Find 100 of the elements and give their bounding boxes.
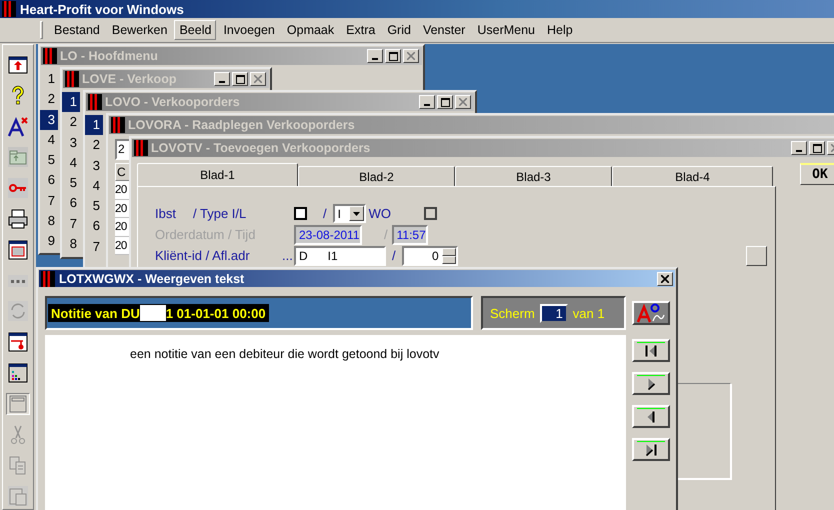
menu-item[interactable]: 5 bbox=[85, 196, 103, 216]
input-field[interactable]: D I1 bbox=[294, 246, 386, 266]
menu-item[interactable]: 7 bbox=[85, 236, 103, 258]
app-icon bbox=[41, 270, 55, 286]
close-button[interactable] bbox=[403, 49, 419, 63]
menu-item[interactable]: Beeld bbox=[174, 20, 216, 40]
toolbar-button[interactable] bbox=[6, 331, 30, 354]
first-page-button[interactable] bbox=[632, 339, 670, 362]
checkbox[interactable] bbox=[294, 207, 307, 220]
printer-icon bbox=[7, 208, 29, 230]
menu-item[interactable]: 2 bbox=[62, 112, 80, 133]
page-field[interactable]: 1 bbox=[540, 304, 568, 322]
table-cell: 20 bbox=[115, 218, 129, 236]
dropdown[interactable]: I bbox=[332, 204, 366, 223]
menu-item[interactable]: 1 bbox=[62, 92, 80, 112]
maximize-button[interactable] bbox=[232, 72, 248, 86]
window-title: LOTXWGWX - Weergeven tekst bbox=[59, 272, 246, 286]
last-page-button[interactable] bbox=[632, 438, 670, 461]
skip-first-icon bbox=[645, 345, 657, 358]
menu-item[interactable]: 2 bbox=[40, 89, 58, 110]
field-label: / Type I/L bbox=[193, 206, 246, 221]
font-button[interactable] bbox=[632, 301, 670, 325]
next-button[interactable] bbox=[632, 372, 670, 395]
square-button[interactable] bbox=[746, 246, 767, 266]
menu-item[interactable]: 4 bbox=[62, 152, 80, 174]
note-title: Notitie van DU bbox=[51, 306, 140, 320]
window-title: LOVE - Verkoop bbox=[82, 72, 178, 86]
refresh-icon bbox=[7, 300, 29, 322]
toolbar-button[interactable] bbox=[6, 208, 30, 230]
font-icon bbox=[635, 303, 667, 323]
menu-item[interactable]: 6 bbox=[40, 170, 58, 191]
input-field[interactable]: 2 bbox=[115, 139, 129, 160]
menu-item[interactable]: 1 bbox=[85, 115, 103, 136]
minimize-button[interactable] bbox=[419, 95, 435, 109]
menu-item[interactable]: Invoegen bbox=[218, 20, 280, 40]
minimize-button[interactable] bbox=[214, 72, 230, 86]
maximize-icon bbox=[440, 98, 450, 106]
menu-item[interactable]: 3 bbox=[40, 110, 58, 130]
toolbar-button[interactable] bbox=[6, 54, 30, 76]
menu-item[interactable]: 5 bbox=[62, 173, 80, 194]
menu-item[interactable]: Bewerken bbox=[106, 20, 172, 40]
tab[interactable]: Blad-3 bbox=[455, 166, 612, 186]
close-icon bbox=[254, 75, 262, 83]
font-delete-icon bbox=[7, 116, 29, 138]
menu-item[interactable]: 4 bbox=[85, 176, 103, 196]
redaction-block bbox=[140, 305, 166, 321]
toolbar-button[interactable] bbox=[6, 362, 30, 384]
window-title: LOVO - Verkooporders bbox=[105, 95, 241, 109]
page-total: van 1 bbox=[572, 306, 605, 320]
minimize-button[interactable] bbox=[791, 141, 807, 155]
checkbox[interactable] bbox=[424, 207, 438, 220]
menu-item[interactable]: 3 bbox=[85, 156, 103, 176]
previous-icon bbox=[647, 411, 655, 424]
folder-icon bbox=[7, 146, 29, 168]
menu-item[interactable]: 9 bbox=[40, 231, 58, 252]
menu-item[interactable]: 2 bbox=[85, 135, 103, 156]
menu-item[interactable]: 6 bbox=[85, 216, 103, 237]
date-field[interactable]: 23-08-2011 bbox=[294, 224, 362, 244]
window-icon bbox=[7, 238, 29, 261]
menu-item[interactable]: Bestand bbox=[49, 20, 105, 40]
menu-item[interactable]: 7 bbox=[40, 190, 58, 212]
menu-item[interactable]: Venster bbox=[418, 20, 470, 40]
spin-field[interactable]: 0 bbox=[402, 246, 458, 266]
maximize-button[interactable] bbox=[385, 49, 401, 63]
menu-item[interactable]: Extra bbox=[341, 20, 380, 40]
menu-item[interactable]: 5 bbox=[40, 150, 58, 170]
menu-item[interactable]: 4 bbox=[40, 130, 58, 150]
toolbar-button[interactable] bbox=[6, 116, 30, 138]
note-text: een notitie van een debiteur die wordt getoond bij lovotv bbox=[130, 347, 440, 361]
time-field[interactable]: 11:57 bbox=[392, 224, 428, 244]
app-icon bbox=[43, 48, 57, 64]
tab[interactable]: Blad-1 bbox=[137, 163, 298, 186]
app-title: Heart-Profit voor Windows bbox=[20, 2, 184, 16]
maximize-button[interactable] bbox=[809, 141, 825, 155]
menu-item[interactable]: 7 bbox=[62, 214, 80, 234]
menu-item[interactable]: 8 bbox=[62, 234, 80, 254]
tab[interactable]: Blad-2 bbox=[298, 166, 455, 186]
menu-item[interactable]: 1 bbox=[40, 69, 58, 90]
close-button[interactable] bbox=[657, 272, 673, 286]
menu-item[interactable]: Opmaak bbox=[282, 20, 340, 40]
menu-item[interactable]: Grid bbox=[382, 20, 416, 40]
close-icon bbox=[661, 274, 669, 282]
field-label: Kliënt-id / Afl.adr bbox=[155, 248, 251, 263]
menu-item[interactable]: Help bbox=[542, 20, 578, 40]
skip-last-icon bbox=[646, 444, 656, 457]
previous-button[interactable] bbox=[632, 405, 670, 428]
menu-item[interactable]: 8 bbox=[40, 211, 58, 232]
close-button[interactable] bbox=[250, 72, 266, 86]
menu-item[interactable]: 3 bbox=[62, 132, 80, 153]
menu-item[interactable]: 6 bbox=[62, 193, 80, 214]
close-icon bbox=[407, 52, 415, 60]
upload-window-icon bbox=[7, 54, 29, 76]
maximize-button[interactable] bbox=[437, 95, 453, 109]
menu-item[interactable]: UserMenu bbox=[472, 20, 540, 40]
minimize-button[interactable] bbox=[367, 49, 383, 63]
close-button[interactable] bbox=[455, 95, 471, 109]
tab[interactable]: Blad-4 bbox=[612, 166, 773, 186]
window-pen-icon bbox=[7, 331, 29, 354]
ok-button[interactable]: OK bbox=[800, 163, 834, 185]
toolbar-button[interactable] bbox=[6, 238, 30, 261]
